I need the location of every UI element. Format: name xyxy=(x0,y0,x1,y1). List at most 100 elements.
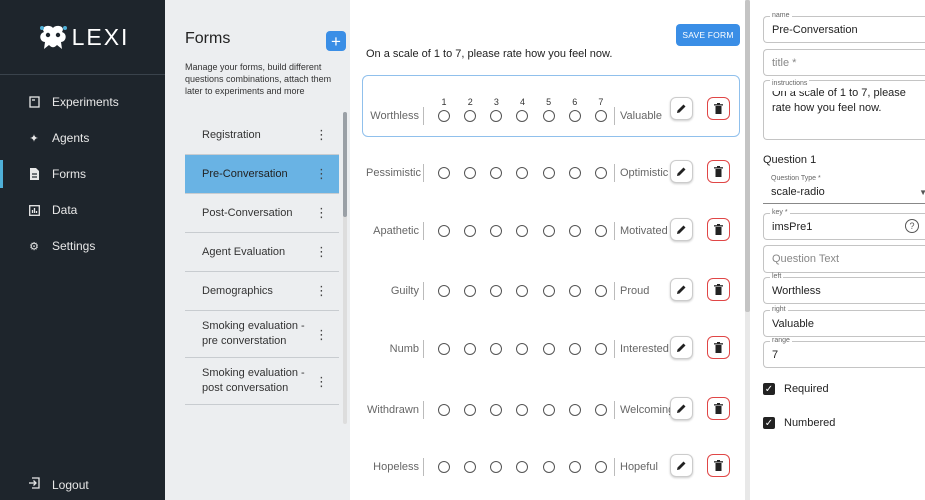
form-item-agent-evaluation[interactable]: Agent Evaluation ⋮ xyxy=(185,233,339,272)
kebab-menu-icon[interactable]: ⋮ xyxy=(315,374,328,389)
question-type-select[interactable]: Question Type * scale-radio ▼ xyxy=(763,175,925,204)
radio-option[interactable] xyxy=(594,167,607,179)
required-checkbox-row[interactable]: ✓ Required xyxy=(763,383,829,395)
radio-option[interactable] xyxy=(464,167,477,179)
edit-question-button[interactable] xyxy=(670,160,693,183)
radio-option[interactable] xyxy=(568,343,581,355)
radio-option[interactable] xyxy=(438,110,451,122)
help-icon[interactable]: ? xyxy=(905,219,919,233)
form-item-smoking-pre[interactable]: Smoking evaluation - pre converstation ⋮ xyxy=(185,311,339,358)
nav-item-agents[interactable]: ✦ Agents xyxy=(0,120,165,156)
save-form-button[interactable]: SAVE FORM xyxy=(676,24,740,46)
radio-option[interactable] xyxy=(516,461,529,473)
radio-option[interactable] xyxy=(464,110,477,122)
radio-option[interactable] xyxy=(490,225,503,237)
radio-option[interactable] xyxy=(568,110,581,122)
kebab-menu-icon[interactable]: ⋮ xyxy=(315,327,328,342)
kebab-menu-icon[interactable]: ⋮ xyxy=(315,205,328,221)
add-form-button[interactable]: + xyxy=(326,31,346,51)
form-item-post-conversation[interactable]: Post-Conversation ⋮ xyxy=(185,194,339,233)
range-field[interactable]: range 7 xyxy=(763,337,925,368)
delete-question-button[interactable] xyxy=(707,336,730,359)
radio-option[interactable] xyxy=(490,461,503,473)
kebab-menu-icon[interactable]: ⋮ xyxy=(315,127,328,143)
key-field[interactable]: key * imsPre1 ? xyxy=(763,209,925,240)
radio-option[interactable] xyxy=(438,225,451,237)
delete-question-button[interactable] xyxy=(707,218,730,241)
radio-option[interactable] xyxy=(594,110,607,122)
logout-button[interactable]: Logout xyxy=(28,477,89,492)
question-text-field[interactable]: Question Text xyxy=(763,245,925,273)
radio-option[interactable] xyxy=(568,225,581,237)
radio-option[interactable] xyxy=(594,343,607,355)
radio-option[interactable] xyxy=(594,461,607,473)
radio-option[interactable] xyxy=(438,285,451,297)
radio-option[interactable] xyxy=(438,404,451,416)
radio-option[interactable] xyxy=(464,225,477,237)
edit-question-button[interactable] xyxy=(670,278,693,301)
delete-question-button[interactable] xyxy=(707,97,730,120)
edit-question-button[interactable] xyxy=(670,397,693,420)
radio-option[interactable] xyxy=(542,285,555,297)
name-field[interactable]: name Pre-Conversation xyxy=(763,12,925,43)
edit-question-button[interactable] xyxy=(670,97,693,120)
radio-option[interactable] xyxy=(490,167,503,179)
radio-option[interactable] xyxy=(516,167,529,179)
delete-question-button[interactable] xyxy=(707,278,730,301)
radio-option[interactable] xyxy=(516,343,529,355)
numbered-checkbox-row[interactable]: ✓ Numbered xyxy=(763,417,835,429)
radio-option[interactable] xyxy=(438,167,451,179)
nav-item-settings[interactable]: ⚙ Settings xyxy=(0,228,165,264)
forms-scrollbar-thumb[interactable] xyxy=(343,112,347,217)
radio-option[interactable] xyxy=(516,225,529,237)
radio-option[interactable] xyxy=(438,461,451,473)
delete-question-button[interactable] xyxy=(707,397,730,420)
kebab-menu-icon[interactable]: ⋮ xyxy=(315,166,328,182)
delete-question-button[interactable] xyxy=(707,454,730,477)
nav-item-forms[interactable]: Forms xyxy=(0,156,165,192)
radio-option[interactable] xyxy=(438,343,451,355)
edit-question-button[interactable] xyxy=(670,218,693,241)
radio-option[interactable] xyxy=(542,225,555,237)
radio-option[interactable] xyxy=(542,167,555,179)
radio-option[interactable] xyxy=(594,225,607,237)
radio-option[interactable] xyxy=(490,110,503,122)
instructions-field[interactable]: instructions On a scale of 1 to 7, pleas… xyxy=(763,76,925,140)
nav-item-experiments[interactable]: Experiments xyxy=(0,84,165,120)
radio-option[interactable] xyxy=(516,404,529,416)
radio-option[interactable] xyxy=(490,404,503,416)
radio-option[interactable] xyxy=(464,285,477,297)
radio-option[interactable] xyxy=(568,461,581,473)
radio-option[interactable] xyxy=(542,343,555,355)
required-checkbox[interactable]: ✓ xyxy=(763,383,775,395)
radio-option[interactable] xyxy=(464,404,477,416)
radio-option[interactable] xyxy=(464,461,477,473)
form-item-registration[interactable]: Registration ⋮ xyxy=(185,116,339,155)
form-item-pre-conversation[interactable]: Pre-Conversation ⋮ xyxy=(185,155,339,194)
form-item-smoking-post[interactable]: Smoking evaluation - post conversation ⋮ xyxy=(185,358,339,405)
radio-option[interactable] xyxy=(490,285,503,297)
kebab-menu-icon[interactable]: ⋮ xyxy=(315,283,328,299)
radio-option[interactable] xyxy=(568,167,581,179)
nav-item-data[interactable]: Data xyxy=(0,192,165,228)
numbered-checkbox[interactable]: ✓ xyxy=(763,417,775,429)
radio-option[interactable] xyxy=(542,110,555,122)
radio-option[interactable] xyxy=(594,404,607,416)
title-field[interactable]: title * xyxy=(763,49,925,76)
edit-question-button[interactable] xyxy=(670,336,693,359)
radio-option[interactable] xyxy=(568,404,581,416)
radio-option[interactable] xyxy=(594,285,607,297)
radio-option[interactable] xyxy=(464,343,477,355)
radio-option[interactable] xyxy=(516,285,529,297)
radio-option[interactable] xyxy=(568,285,581,297)
form-item-demographics[interactable]: Demographics ⋮ xyxy=(185,272,339,311)
delete-question-button[interactable] xyxy=(707,160,730,183)
right-field[interactable]: right Valuable xyxy=(763,306,925,337)
kebab-menu-icon[interactable]: ⋮ xyxy=(315,244,328,260)
radio-option[interactable] xyxy=(542,461,555,473)
radio-option[interactable] xyxy=(542,404,555,416)
radio-option[interactable] xyxy=(490,343,503,355)
edit-question-button[interactable] xyxy=(670,454,693,477)
left-field[interactable]: left Worthless xyxy=(763,273,925,304)
radio-option[interactable] xyxy=(516,110,529,122)
